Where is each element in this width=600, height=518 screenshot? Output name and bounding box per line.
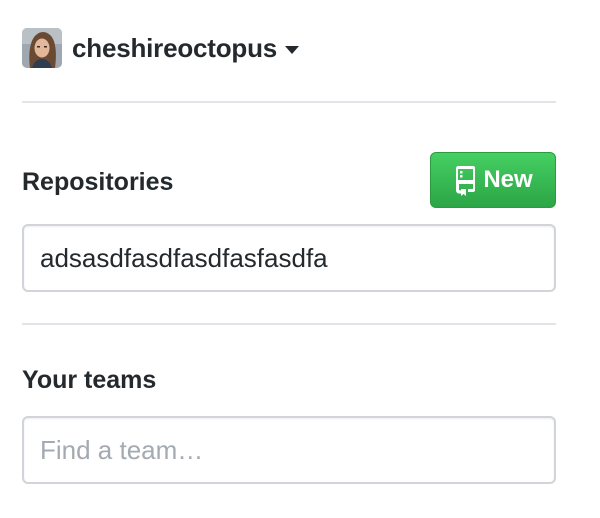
account-switcher[interactable]: cheshireoctopus xyxy=(22,28,300,68)
section-divider xyxy=(22,101,556,103)
team-filter-input[interactable] xyxy=(22,416,556,484)
repositories-heading: Repositories xyxy=(22,168,174,196)
teams-heading: Your teams xyxy=(22,366,157,394)
new-repository-button[interactable]: New xyxy=(430,152,556,208)
dashboard-sidebar: cheshireoctopus Repositories New Your te… xyxy=(0,0,600,518)
new-button-label[interactable]: New xyxy=(483,166,532,194)
account-username[interactable]: cheshireoctopus xyxy=(72,28,277,68)
avatar xyxy=(22,28,62,68)
section-divider xyxy=(22,323,556,325)
repository-filter-input[interactable] xyxy=(22,224,556,292)
caret-down-icon[interactable] xyxy=(285,46,300,54)
repo-book-icon xyxy=(456,166,476,196)
